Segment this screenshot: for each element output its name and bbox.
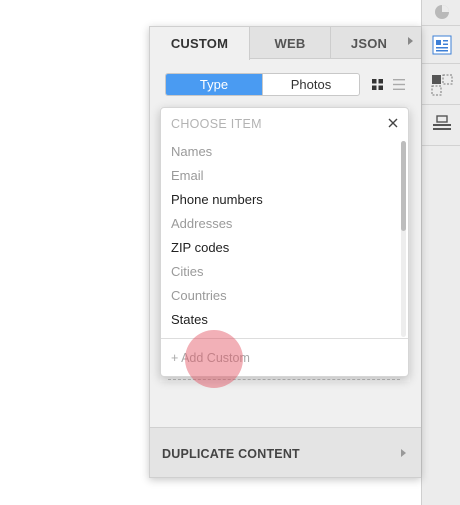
list-item-cities[interactable]: Cities bbox=[171, 264, 204, 279]
list-item-names[interactable]: Names bbox=[171, 144, 212, 159]
dropdown-scrollbar[interactable] bbox=[401, 141, 406, 337]
right-toolbar bbox=[421, 0, 460, 505]
content-panel-icon[interactable] bbox=[422, 33, 460, 57]
tab-json[interactable]: JSON bbox=[331, 27, 407, 59]
list-item-email[interactable]: Email bbox=[171, 168, 204, 183]
dropdown-divider bbox=[161, 338, 408, 339]
duplicate-content-label: DUPLICATE CONTENT bbox=[162, 446, 300, 461]
list-item-zip-codes[interactable]: ZIP codes bbox=[171, 240, 229, 255]
stack-icon[interactable] bbox=[422, 112, 460, 136]
grid-view-icon[interactable] bbox=[372, 79, 383, 90]
tab-bar: CUSTOM WEB JSON bbox=[150, 27, 421, 60]
list-view-icon[interactable] bbox=[393, 79, 405, 90]
scrollbar-thumb[interactable] bbox=[401, 141, 406, 231]
chevron-right-icon bbox=[401, 449, 406, 457]
dropdown-header: CHOOSE ITEM bbox=[171, 117, 262, 131]
duplicate-content-section[interactable]: DUPLICATE CONTENT bbox=[150, 427, 421, 477]
type-photos-segmented-control: Type Photos bbox=[165, 73, 360, 96]
list-item-phone-numbers[interactable]: Phone numbers bbox=[171, 192, 263, 207]
tab-custom[interactable]: CUSTOM bbox=[150, 27, 250, 60]
close-icon[interactable] bbox=[387, 117, 399, 129]
dashed-divider bbox=[168, 379, 400, 380]
choose-item-dropdown: CHOOSE ITEM Names Email Phone numbers Ad… bbox=[160, 107, 409, 377]
list-item-addresses[interactable]: Addresses bbox=[171, 216, 232, 231]
pie-chart-icon[interactable] bbox=[422, 2, 460, 22]
add-custom-button[interactable]: + Add Custom bbox=[171, 351, 250, 365]
list-item-countries[interactable]: Countries bbox=[171, 288, 227, 303]
list-item-states[interactable]: States bbox=[171, 312, 208, 327]
tab-web[interactable]: WEB bbox=[250, 27, 331, 59]
tabs-more-arrow-icon[interactable] bbox=[408, 37, 413, 45]
layout-icon[interactable] bbox=[422, 73, 460, 97]
segment-photos[interactable]: Photos bbox=[262, 74, 359, 95]
segment-type[interactable]: Type bbox=[166, 74, 262, 95]
